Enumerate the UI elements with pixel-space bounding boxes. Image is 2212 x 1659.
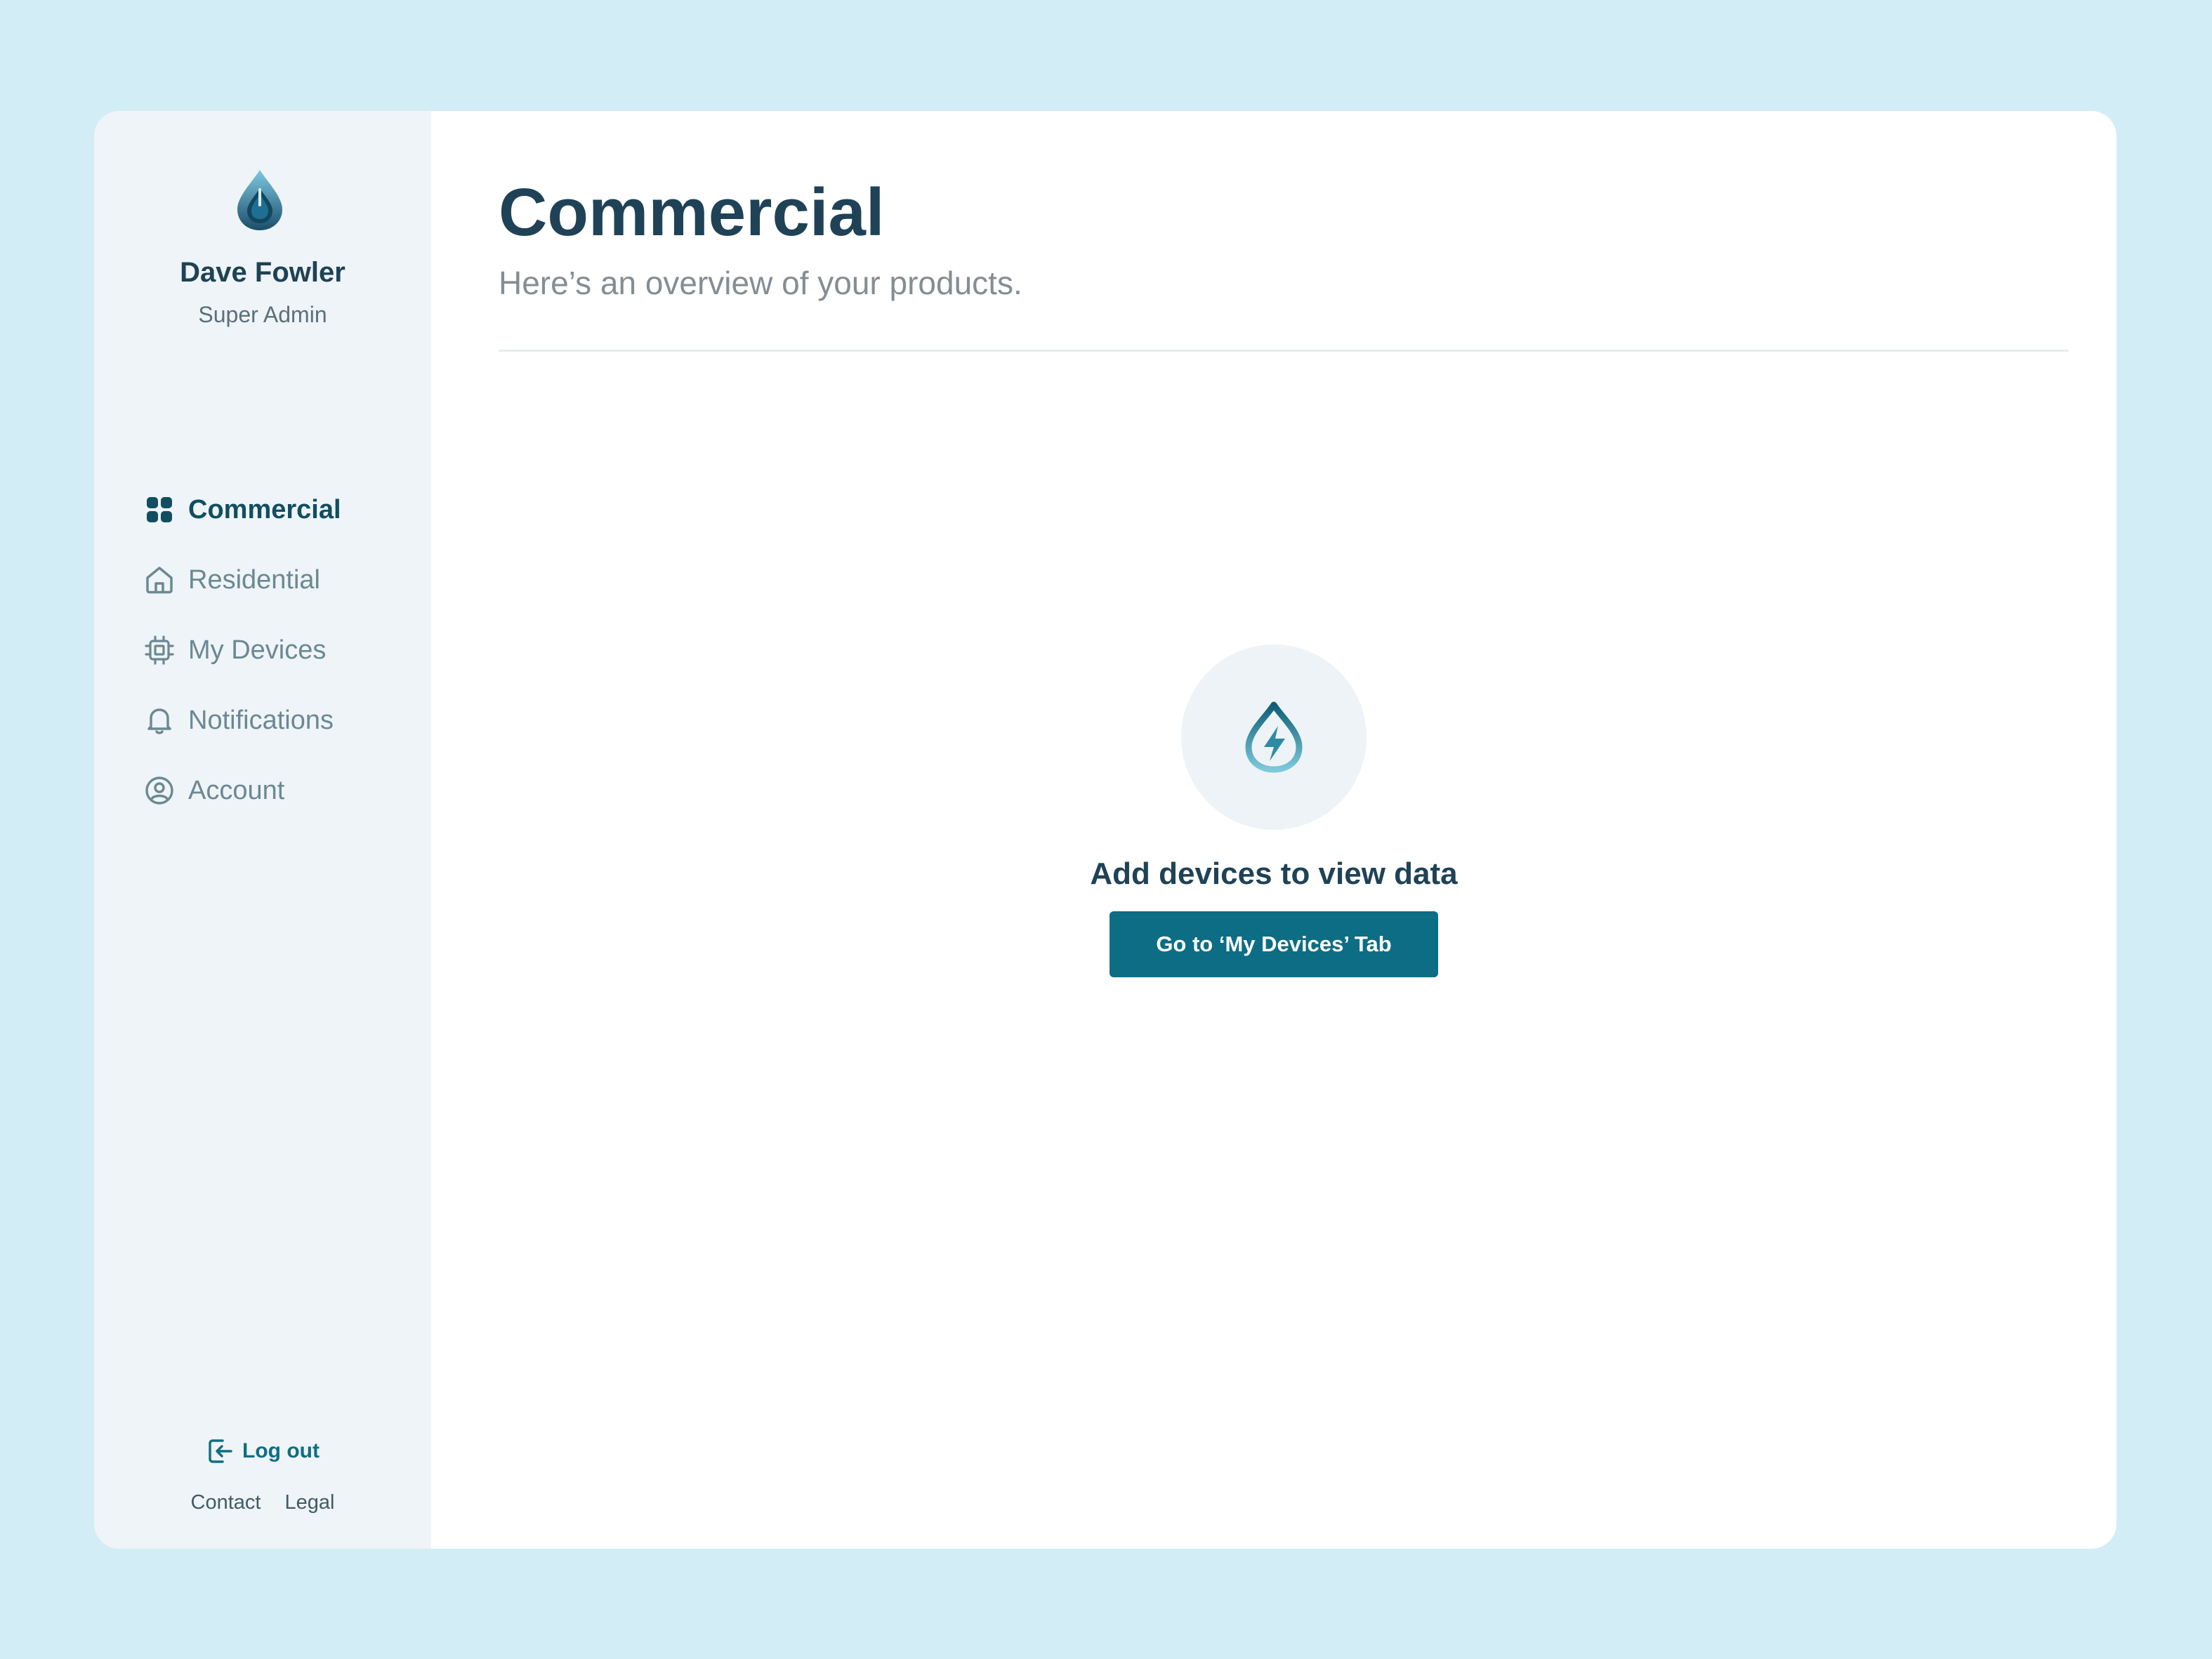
bell-icon: [143, 704, 176, 736]
water-energy-icon: [1245, 701, 1303, 773]
sidebar-item-label: Residential: [188, 564, 320, 595]
sidebar-item-label: My Devices: [188, 635, 327, 665]
legal-link[interactable]: Legal: [284, 1491, 334, 1514]
sidebar-item-label: Notifications: [188, 705, 334, 735]
sidebar-item-label: Commercial: [188, 494, 341, 524]
empty-state-icon-container: [1181, 645, 1367, 830]
sidebar-nav: Commercial Residential My Devices Notifi…: [143, 489, 341, 840]
go-to-my-devices-button[interactable]: Go to ‘My Devices’ Tab: [1110, 911, 1438, 977]
sidebar-item-my-devices[interactable]: My Devices: [143, 629, 341, 671]
page-subtitle: Here’s an overview of your products.: [499, 265, 1022, 301]
chip-icon: [143, 634, 176, 666]
home-icon: [143, 564, 176, 596]
logout-icon: [209, 1439, 232, 1463]
user-role: Super Admin: [198, 302, 327, 327]
water-drop-logo-icon: [237, 170, 282, 230]
grid-icon: [143, 494, 176, 526]
sidebar-item-residential[interactable]: Residential: [143, 559, 341, 601]
main-content: Commercial Here’s an overview of your pr…: [431, 111, 2116, 1549]
app-window: Dave Fowler Super Admin Commercial Resid…: [94, 111, 2116, 1549]
user-circle-icon: [143, 774, 176, 807]
sidebar-item-commercial[interactable]: Commercial: [143, 489, 341, 531]
page-title: Commercial: [499, 175, 885, 250]
user-name: Dave Fowler: [180, 257, 345, 288]
empty-state-message: Add devices to view data: [1090, 857, 1458, 891]
logout-label: Log out: [242, 1439, 320, 1462]
sidebar-item-notifications[interactable]: Notifications: [143, 699, 341, 741]
sidebar: Dave Fowler Super Admin Commercial Resid…: [94, 111, 431, 1549]
contact-link[interactable]: Contact: [191, 1491, 261, 1514]
sidebar-item-account[interactable]: Account: [143, 769, 341, 812]
footer-links: Contact Legal: [94, 1491, 431, 1514]
header-divider: [499, 350, 2069, 352]
sidebar-item-label: Account: [188, 775, 285, 805]
empty-state: Add devices to view data Go to ‘My Devic…: [431, 645, 2116, 977]
logout-button[interactable]: Log out: [94, 1436, 431, 1466]
